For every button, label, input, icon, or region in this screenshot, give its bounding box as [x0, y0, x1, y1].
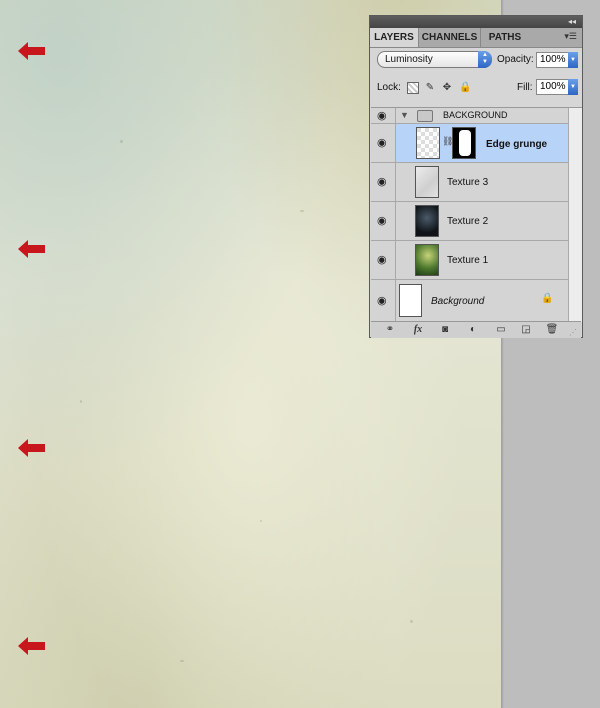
left-arrow-icon: [18, 240, 46, 258]
layers-panel: ◂◂ LAYERS CHANNELS PATHS ▾☰ Luminosity ▲…: [369, 15, 583, 338]
layer-group-row[interactable]: ◉ ▼ BACKGROUND: [371, 108, 568, 124]
tab-layers[interactable]: LAYERS: [370, 28, 419, 47]
fx-icon[interactable]: fx: [411, 324, 425, 336]
layer-thumbnail: [415, 166, 439, 198]
layer-name: Texture 3: [447, 177, 489, 188]
trash-icon[interactable]: 🗑: [545, 324, 559, 336]
fill-value: 100%: [540, 81, 566, 92]
grunge-speck: [180, 660, 184, 662]
layer-name: Texture 2: [447, 216, 489, 227]
opacity-value: 100%: [540, 54, 566, 65]
lock-icon: 🔒: [541, 293, 554, 304]
layer-row-texture-2[interactable]: ◉ Texture 2: [371, 202, 568, 241]
panel-menu-icon[interactable]: ▾☰: [564, 31, 577, 42]
left-arrow-icon: [18, 439, 46, 457]
visibility-toggle[interactable]: ◉: [371, 108, 396, 123]
eye-icon: ◉: [377, 110, 387, 122]
link-layers-icon[interactable]: ⚭: [383, 324, 397, 336]
layer-thumbnail: [415, 244, 439, 276]
eye-icon: ◉: [377, 254, 387, 266]
layer-row-texture-1[interactable]: ◉ Texture 1: [371, 241, 568, 280]
eye-icon: ◉: [377, 295, 387, 307]
left-arrow-icon: [18, 637, 46, 655]
grunge-speck: [120, 140, 123, 143]
collapse-panel-icon[interactable]: ◂◂: [568, 17, 576, 27]
opacity-input[interactable]: 100% ▼: [536, 52, 578, 68]
eye-icon: ◉: [377, 137, 387, 149]
eye-icon: ◉: [377, 176, 387, 188]
chevron-down-icon[interactable]: ▼: [568, 52, 578, 68]
visibility-toggle[interactable]: ◉: [371, 202, 396, 240]
left-arrow-icon: [18, 42, 46, 60]
grunge-speck: [260, 520, 262, 522]
layer-name: Edge grunge: [486, 139, 548, 150]
layer-row-background[interactable]: ◉ Background 🔒: [371, 280, 568, 322]
layer-thumbnail: [399, 284, 422, 317]
grunge-speck: [80, 400, 82, 403]
select-stepper-icon: ▲ ▼: [478, 51, 492, 68]
fill-input[interactable]: 100% ▼: [536, 79, 578, 95]
adjustment-layer-icon[interactable]: ◐: [466, 324, 480, 336]
layer-name: Texture 1: [447, 255, 489, 266]
visibility-toggle[interactable]: ◉: [371, 280, 396, 322]
resize-grip-icon[interactable]: ⋰: [569, 328, 577, 337]
layers-scrollbar[interactable]: [568, 107, 582, 322]
grunge-speck: [410, 620, 413, 623]
fill-label: Fill:: [517, 82, 533, 93]
folder-icon: [417, 110, 433, 122]
visibility-toggle[interactable]: ◉: [371, 124, 396, 162]
visibility-toggle[interactable]: ◉: [371, 163, 396, 201]
lock-move-icon[interactable]: ✥: [441, 82, 453, 94]
eye-icon: ◉: [377, 215, 387, 227]
visibility-toggle[interactable]: ◉: [371, 241, 396, 279]
tab-channels[interactable]: CHANNELS: [419, 28, 481, 47]
layer-mask-icon[interactable]: ◙: [438, 324, 452, 336]
disclosure-triangle-icon[interactable]: ▼: [400, 110, 409, 120]
chevron-down-icon[interactable]: ▼: [568, 79, 578, 95]
blend-mode-value: Luminosity: [385, 54, 433, 65]
layer-thumbnail: [416, 127, 440, 159]
layer-row-edge-grunge[interactable]: ◉ ⛓ Edge grunge: [371, 124, 568, 163]
layer-name: Background: [431, 296, 485, 307]
grunge-speck: [300, 210, 304, 212]
panel-title-bar[interactable]: ◂◂: [370, 16, 582, 28]
layer-mask-thumbnail[interactable]: [452, 127, 476, 159]
opacity-label: Opacity:: [497, 54, 534, 65]
lock-label: Lock:: [377, 82, 401, 93]
layer-row-texture-3[interactable]: ◉ Texture 3: [371, 163, 568, 202]
new-layer-icon[interactable]: ◲: [519, 324, 533, 336]
lock-all-icon[interactable]: 🔒: [459, 82, 471, 94]
panel-footer: ⚭ fx ◙ ◐ ▭ ◲ 🗑 ⋰: [371, 321, 581, 338]
layer-thumbnail: [415, 205, 439, 237]
blend-mode-select[interactable]: Luminosity ▲ ▼: [377, 51, 492, 68]
panel-tabs: LAYERS CHANNELS PATHS ▾☰: [370, 28, 582, 48]
new-group-icon[interactable]: ▭: [494, 324, 508, 336]
lock-transparency-icon[interactable]: [407, 82, 419, 94]
lock-brush-icon[interactable]: ✎: [424, 82, 436, 94]
layer-name: BACKGROUND: [443, 110, 508, 120]
tab-paths[interactable]: PATHS: [481, 28, 529, 47]
layers-list: ◉ ▼ BACKGROUND ◉ ⛓ Edge grunge ◉ Texture…: [371, 107, 568, 322]
